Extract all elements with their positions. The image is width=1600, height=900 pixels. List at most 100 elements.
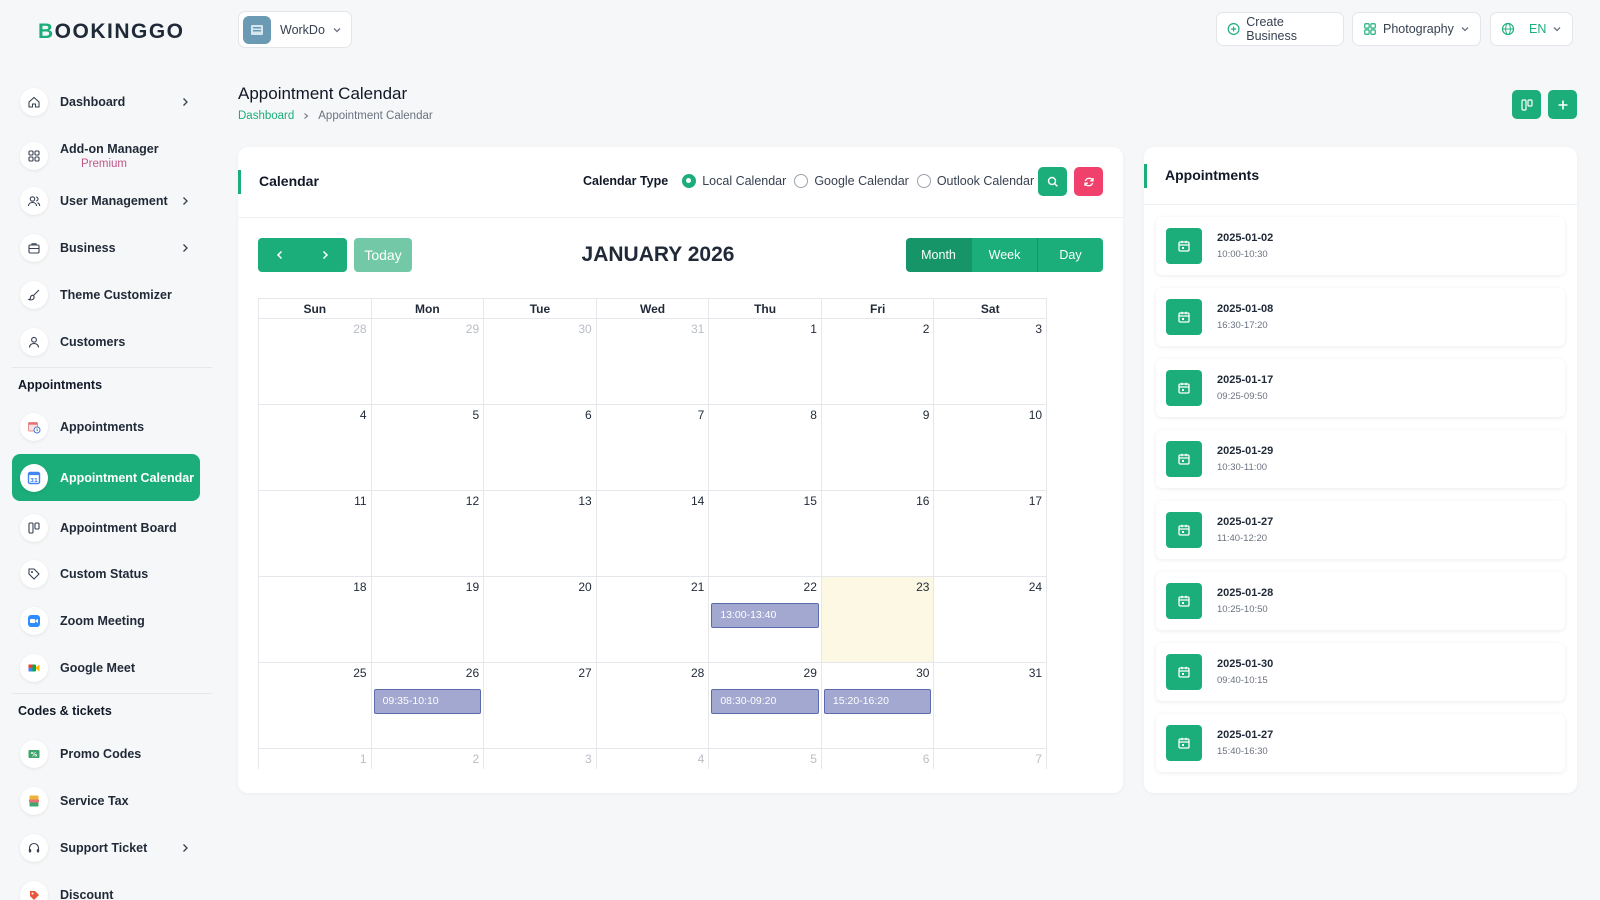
sidebar-item-dashboard[interactable]: Dashboard bbox=[12, 83, 200, 121]
day-number: 16 bbox=[916, 494, 930, 508]
calendar-day[interactable]: 7 bbox=[933, 749, 1046, 769]
sidebar-item-tax[interactable]: Service Tax bbox=[12, 782, 200, 820]
appointment-item[interactable]: 2025-01-30 09:40-10:15 bbox=[1156, 643, 1565, 701]
day-number: 22 bbox=[803, 580, 817, 594]
month-view-button[interactable]: Month bbox=[906, 238, 971, 272]
sidebar-item-zoom[interactable]: Zoom Meeting bbox=[12, 602, 200, 640]
calendar-event[interactable]: 13:00-13:40 bbox=[711, 603, 819, 628]
calendar-day[interactable]: 3 bbox=[483, 749, 596, 769]
search-button[interactable] bbox=[1038, 167, 1067, 196]
calendar-day[interactable]: 4 bbox=[595, 749, 709, 769]
calendar-day[interactable]: 29 08:30-09:20 bbox=[708, 663, 821, 748]
calendar-day[interactable]: 22 13:00-13:40 bbox=[708, 577, 821, 662]
calendar-day[interactable]: 28 bbox=[595, 663, 709, 748]
sidebar-item-promo[interactable]: % Promo Codes bbox=[12, 735, 200, 773]
radio-button[interactable] bbox=[794, 174, 809, 188]
calendar-event[interactable]: 15:20-16:20 bbox=[823, 689, 932, 714]
appointment-item[interactable]: 2025-01-08 16:30-17:20 bbox=[1156, 288, 1565, 346]
sidebar-item-addon[interactable]: Add-on Manager Premium bbox=[12, 132, 200, 180]
calendar-day[interactable]: 7 bbox=[595, 405, 709, 490]
sidebar-item-appointment-calendar[interactable]: 31 Appointment Calendar bbox=[12, 454, 200, 501]
calendar-type-option[interactable]: Local Calendar bbox=[682, 174, 794, 188]
radio-button[interactable] bbox=[682, 174, 697, 188]
calendar-day[interactable]: 27 bbox=[483, 663, 596, 748]
sidebar-item-appointment-board[interactable]: Appointment Board bbox=[12, 509, 200, 547]
breadcrumb: Dashboard Appointment Calendar bbox=[238, 110, 433, 122]
calendar-day[interactable]: 11 bbox=[259, 491, 371, 576]
workspace-select[interactable]: WorkDo bbox=[238, 11, 352, 48]
today-button[interactable]: Today bbox=[354, 238, 412, 272]
calendar-day[interactable]: 8 bbox=[708, 405, 821, 490]
radio-button[interactable] bbox=[916, 174, 931, 188]
day-view-button[interactable]: Day bbox=[1037, 238, 1103, 272]
sidebar-item-theme[interactable]: Theme Customizer bbox=[12, 276, 200, 314]
calendar-day[interactable]: 28 bbox=[259, 319, 371, 404]
sidebar-item-meet[interactable]: Google Meet bbox=[12, 649, 200, 687]
calendar-day[interactable]: 18 bbox=[259, 577, 371, 662]
app-logo[interactable]: BOOKINGGO bbox=[38, 20, 185, 44]
board-view-button[interactable] bbox=[1512, 90, 1541, 119]
appointment-item[interactable]: 2025-01-02 10:00-10:30 bbox=[1156, 217, 1565, 275]
create-business-button[interactable]: Create Business bbox=[1216, 12, 1344, 46]
breadcrumb-home-link[interactable]: Dashboard bbox=[238, 110, 294, 122]
calendar-day[interactable]: 5 bbox=[370, 405, 484, 490]
calendar-day[interactable]: 9 bbox=[820, 405, 934, 490]
calendar-day[interactable]: 2 bbox=[820, 319, 934, 404]
language-select[interactable]: EN bbox=[1490, 12, 1573, 46]
calendar-day[interactable]: 19 bbox=[370, 577, 484, 662]
appointment-item[interactable]: 2025-01-27 15:40-16:30 bbox=[1156, 714, 1565, 772]
calendar-day[interactable]: 17 bbox=[933, 491, 1046, 576]
appointment-item[interactable]: 2025-01-17 09:25-09:50 bbox=[1156, 359, 1565, 417]
next-month-button[interactable] bbox=[303, 238, 348, 272]
percent-ticket-icon: % bbox=[20, 740, 48, 768]
calendar-day[interactable]: 30 bbox=[483, 319, 596, 404]
sidebar-item-custom-status[interactable]: Custom Status bbox=[12, 555, 200, 593]
business-type-select[interactable]: Photography bbox=[1352, 12, 1481, 46]
calendar-day[interactable]: 25 bbox=[259, 663, 371, 748]
calendar-day[interactable]: 10 bbox=[933, 405, 1046, 490]
sidebar-item-customers[interactable]: Customers bbox=[12, 323, 200, 361]
calendar-day[interactable]: 16 bbox=[820, 491, 934, 576]
calendar-day[interactable]: 6 bbox=[483, 405, 596, 490]
sidebar-item-business[interactable]: Business bbox=[12, 229, 200, 267]
calendar-type-option[interactable]: Google Calendar bbox=[794, 174, 917, 188]
calendar-day[interactable]: 14 bbox=[595, 491, 709, 576]
week-view-button[interactable]: Week bbox=[971, 238, 1037, 272]
appointment-item[interactable]: 2025-01-29 10:30-11:00 bbox=[1156, 430, 1565, 488]
calendar-day[interactable]: 29 bbox=[370, 319, 484, 404]
calendar-day[interactable]: 1 bbox=[259, 749, 371, 769]
day-number: 20 bbox=[578, 580, 592, 594]
calendar-day[interactable]: 13 bbox=[483, 491, 596, 576]
calendar-event[interactable]: 08:30-09:20 bbox=[711, 689, 819, 714]
calendar-day[interactable]: 2 bbox=[370, 749, 484, 769]
calendar-day-today[interactable]: 23 bbox=[820, 577, 934, 662]
calendar-week-row: 25 26 09:35-10:10 27 28 29 08:30-09:20 30 15:20-… bbox=[258, 663, 1047, 749]
prev-month-button[interactable] bbox=[258, 238, 303, 272]
calendar-day[interactable]: 21 bbox=[595, 577, 709, 662]
home-icon bbox=[20, 88, 48, 116]
sidebar-item-support[interactable]: Support Ticket bbox=[12, 829, 200, 867]
calendar-event[interactable]: 09:35-10:10 bbox=[373, 689, 482, 714]
reset-button[interactable] bbox=[1074, 167, 1103, 196]
calendar-day[interactable]: 31 bbox=[933, 663, 1046, 748]
calendar-day[interactable]: 12 bbox=[370, 491, 484, 576]
calendar-day[interactable]: 26 09:35-10:10 bbox=[370, 663, 484, 748]
calendar-day[interactable]: 20 bbox=[483, 577, 596, 662]
chevron-down-icon bbox=[333, 27, 341, 32]
calendar-type-option[interactable]: Outlook Calendar bbox=[916, 174, 1042, 188]
calendar-day[interactable]: 1 bbox=[708, 319, 821, 404]
sidebar-item-discount[interactable]: Discount bbox=[12, 876, 200, 900]
calendar-day[interactable]: 4 bbox=[259, 405, 371, 490]
sidebar-item-appointments[interactable]: Appointments bbox=[12, 408, 200, 446]
calendar-day[interactable]: 15 bbox=[708, 491, 821, 576]
appointment-item[interactable]: 2025-01-27 11:40-12:20 bbox=[1156, 501, 1565, 559]
calendar-day[interactable]: 3 bbox=[933, 319, 1046, 404]
sidebar-item-users[interactable]: User Management bbox=[12, 182, 200, 220]
calendar-day[interactable]: 5 bbox=[708, 749, 821, 769]
calendar-day[interactable]: 24 bbox=[933, 577, 1046, 662]
calendar-day[interactable]: 6 bbox=[820, 749, 934, 769]
calendar-day[interactable]: 30 15:20-16:20 bbox=[820, 663, 934, 748]
calendar-day[interactable]: 31 bbox=[595, 319, 709, 404]
add-appointment-button[interactable] bbox=[1548, 90, 1577, 119]
appointment-item[interactable]: 2025-01-28 10:25-10:50 bbox=[1156, 572, 1565, 630]
